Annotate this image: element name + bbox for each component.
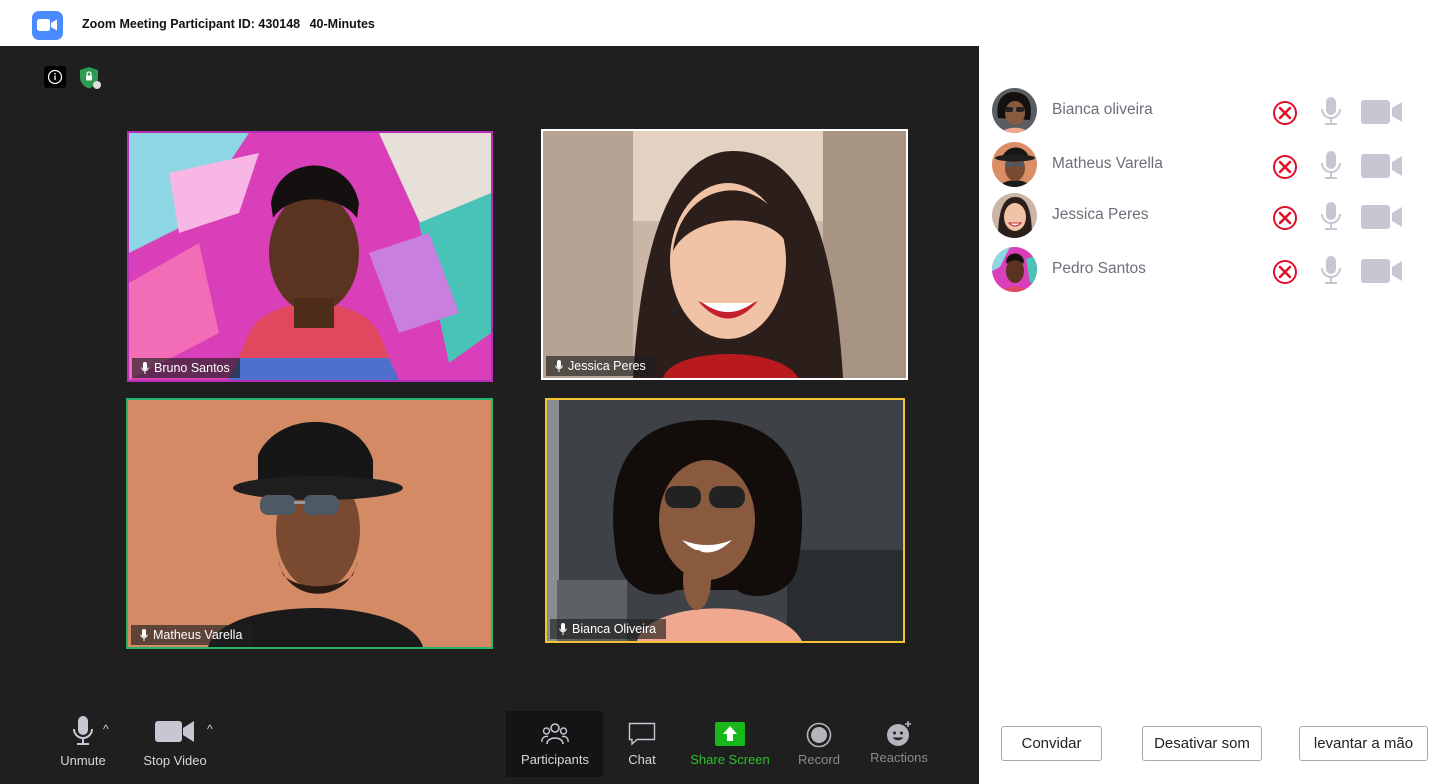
avatar [992,193,1037,238]
participant-row: Matheus Varella [992,142,1422,188]
avatar [992,247,1037,292]
participants-panel: Bianca oliveira Matheus Varella Jessica … [979,46,1440,784]
video-tile-matheus-varella[interactable]: Matheus Varella [126,398,493,649]
title-bar: Zoom Meeting Participant ID: 430148 40-M… [0,0,1440,46]
microphone-icon[interactable] [1320,201,1342,231]
microphone-icon[interactable] [1320,150,1342,180]
unmute-button[interactable]: Unmute [56,715,110,768]
chat-icon [628,722,656,746]
remove-participant-icon[interactable] [1271,204,1299,232]
participant-name: Jessica Peres [568,359,646,373]
participant-name: Bianca oliveira [1052,101,1153,118]
unmute-label: Unmute [60,753,106,768]
participant-video-matheus-varella [128,400,491,647]
name-tag-matheus-varella: Matheus Varella [131,625,253,645]
record-label: Record [798,752,840,767]
zoom-logo-icon [32,11,63,40]
meeting-id: Zoom Meeting Participant ID: 430148 [82,17,301,31]
raise-hand-button[interactable]: levantar a mão [1299,726,1428,761]
reactions-label: Reactions [870,750,928,765]
encryption-shield-icon[interactable] [77,65,103,91]
remove-participant-icon[interactable] [1271,153,1299,181]
participant-row: Bianca oliveira [992,88,1422,134]
stop-video-label: Stop Video [143,753,207,768]
video-tile-bianca-oliveira[interactable]: Bianca Oliveira [545,398,905,643]
avatar [992,88,1037,133]
participants-icon [541,723,569,745]
audio-options-caret[interactable]: ^ [103,722,109,736]
video-camera-icon[interactable] [1361,100,1403,124]
microphone-icon [559,623,567,635]
name-tag-bruno-santos: Bruno Santos [132,358,240,378]
participant-row: Jessica Peres [992,193,1422,239]
video-camera-icon[interactable] [1361,205,1403,229]
participant-name: Pedro Santos [1052,260,1146,277]
name-tag-jessica-peres: Jessica Peres [546,356,656,376]
video-camera-icon[interactable] [1361,259,1403,283]
participant-name: Bruno Santos [154,361,230,375]
info-icon[interactable] [44,66,66,88]
meeting-timer: 40-Minutes [309,17,375,31]
stop-video-button[interactable]: Stop Video [140,715,210,768]
microphone-icon [141,362,149,374]
video-camera-icon[interactable] [1361,154,1403,178]
participant-video-bianca-oliveira [547,400,903,641]
video-camera-icon [155,721,194,742]
microphone-icon [140,629,148,641]
microphone-icon[interactable] [1320,96,1342,126]
video-tile-jessica-peres[interactable]: Jessica Peres [541,129,908,380]
avatar [992,142,1037,187]
share-screen-icon [715,722,745,746]
window-title: Zoom Meeting Participant ID: 430148 40-M… [82,17,381,31]
participant-video-jessica-peres [543,131,906,378]
chat-button[interactable]: Chat [620,722,664,767]
meeting-area: Bruno Santos Jessica Peres Matheus Varel… [0,46,979,784]
participant-name: Matheus Varella [153,628,243,642]
share-screen-label: Share Screen [690,752,770,767]
participant-name: Matheus Varella [1052,155,1163,172]
microphone-icon [73,716,93,745]
participant-video-bruno-santos [129,133,491,380]
share-screen-button[interactable]: Share Screen [690,722,770,767]
participants-label: Participants [521,752,589,767]
participant-name: Jessica Peres [1052,206,1149,223]
name-tag-bianca-oliveira: Bianca Oliveira [550,619,667,639]
chat-label: Chat [628,752,656,767]
microphone-icon[interactable] [1320,255,1342,285]
reactions-icon [887,721,911,746]
record-button[interactable]: Record [794,722,844,767]
participant-row: Pedro Santos [992,247,1422,293]
invite-button[interactable]: Convidar [1001,726,1102,761]
participants-button[interactable]: Participants [515,722,595,767]
remove-participant-icon[interactable] [1271,99,1299,127]
participant-name: Bianca Oliveira [572,622,657,636]
microphone-icon [555,360,563,372]
video-options-caret[interactable]: ^ [207,722,213,736]
video-tile-bruno-santos[interactable]: Bruno Santos [127,131,493,382]
record-icon [806,722,832,748]
reactions-button[interactable]: Reactions [866,720,932,765]
remove-participant-icon[interactable] [1271,258,1299,286]
mute-all-button[interactable]: Desativar som [1142,726,1262,761]
